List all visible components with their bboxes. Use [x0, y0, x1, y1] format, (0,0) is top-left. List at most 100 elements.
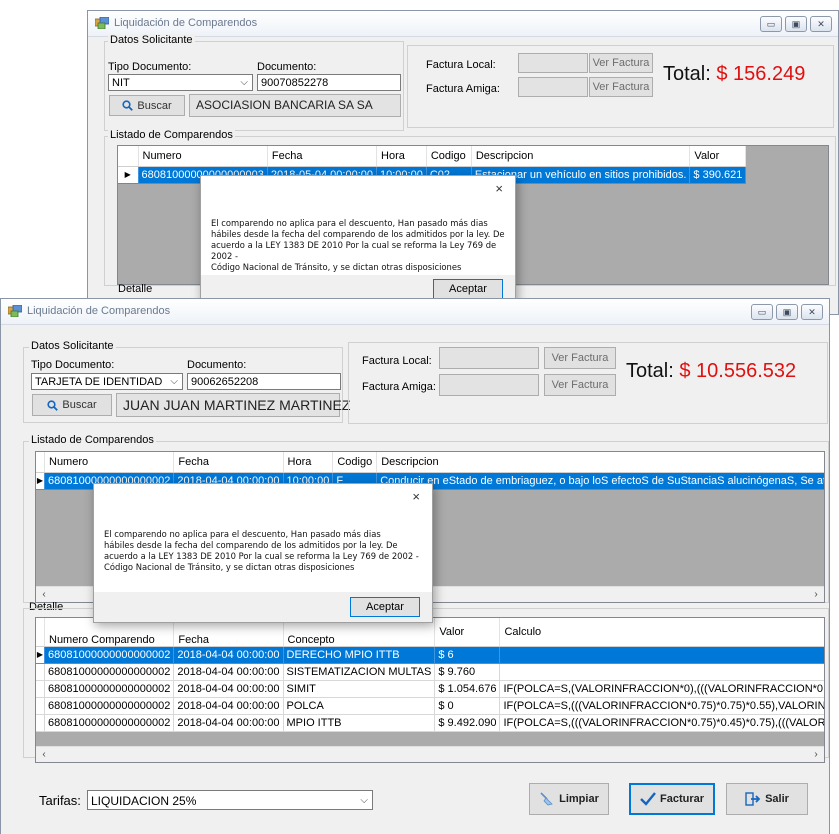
chevron-down-icon: ⌵ — [360, 795, 368, 806]
ver-factura-amiga-button[interactable]: Ver Factura — [544, 374, 616, 396]
table-row[interactable]: 68081000000000000002 2018-04-04 00:00:00… — [36, 680, 824, 698]
cell-concepto[interactable]: DERECHO MPIO ITTB — [283, 646, 436, 664]
salir-button[interactable]: Salir — [726, 783, 808, 815]
cell-fecha[interactable]: 2018-04-04 00:00:00 — [173, 697, 284, 715]
column-header[interactable]: Fecha — [173, 452, 284, 473]
cell-numero[interactable]: 68081000000000000002 — [44, 646, 175, 664]
cell-calculo[interactable]: IF(POLCA=S,(((VALORINFRACCION*0.75)*0.75… — [499, 697, 824, 715]
tipo-documento-value: NIT — [112, 77, 130, 89]
listado-title: Listado de Comparendos — [29, 434, 156, 446]
cell-calculo[interactable]: IF(POLCA=S,(VALORINFRACCION*0),(((VALORI… — [499, 680, 824, 698]
dialog-line: El comparendo no aplica para el descuent… — [104, 529, 381, 539]
row-indicator-icon: ▶ — [36, 472, 45, 490]
table-row[interactable]: 68081000000000000002 2018-04-04 00:00:00… — [36, 663, 824, 681]
cell-valor[interactable]: $ 390.621 — [689, 166, 747, 184]
cell-valor[interactable]: $ 9.492.090 — [434, 714, 501, 732]
limpiar-label: Limpiar — [559, 793, 599, 805]
cell-numero[interactable]: 68081000000000000002 — [44, 714, 175, 732]
table-row[interactable]: 68081000000000000002 2018-04-04 00:00:00… — [36, 697, 824, 715]
cell-valor[interactable]: $ 6 — [434, 646, 501, 664]
cell-valor[interactable]: $ 1.054.676 — [434, 680, 501, 698]
ver-factura-amiga-button[interactable]: Ver Factura — [589, 77, 653, 97]
minimize-button[interactable]: ▭ — [751, 304, 773, 320]
buscar-button[interactable]: Buscar — [32, 394, 112, 416]
app-icon — [95, 17, 109, 29]
documento-input[interactable]: 90062652208 — [187, 373, 341, 390]
aceptar-button[interactable]: Aceptar — [350, 597, 420, 617]
maximize-button[interactable]: ▣ — [776, 304, 798, 320]
close-button[interactable]: ✕ — [810, 16, 832, 32]
tipo-documento-select[interactable]: NIT ⌵ — [108, 74, 253, 91]
cell-numero[interactable]: 68081000000000000002 — [44, 697, 175, 715]
close-icon[interactable]: × — [495, 181, 503, 196]
column-header[interactable]: Fecha — [267, 146, 378, 167]
facturar-button[interactable]: Facturar — [629, 783, 715, 815]
window-liquidacion-back: Liquidación de Comparendos ▭ ▣ ✕ Datos S… — [87, 10, 839, 315]
minimize-button[interactable]: ▭ — [760, 16, 782, 32]
title-bar[interactable]: Liquidación de Comparendos ▭ ▣ ✕ — [88, 11, 838, 37]
ver-factura-local-button[interactable]: Ver Factura — [589, 53, 653, 73]
column-header[interactable]: Numero — [138, 146, 268, 167]
datos-solicitante-title: Datos Solicitante — [108, 34, 195, 46]
close-icon[interactable]: × — [412, 489, 420, 504]
column-header[interactable]: Codigo — [332, 452, 378, 473]
cell-numero[interactable]: 68081000000000000002 — [44, 680, 175, 698]
column-header[interactable]: Descripcion — [471, 146, 691, 167]
total-label: Total: — [663, 63, 711, 85]
facturar-label: Facturar — [659, 793, 705, 805]
cell-calculo[interactable]: IF(POLCA=S,(((VALORINFRACCION*0.75)*0.45… — [499, 714, 824, 732]
cell-concepto[interactable]: POLCA — [283, 697, 436, 715]
column-header[interactable]: Valor — [434, 618, 501, 647]
documento-label: Documento: — [187, 359, 247, 371]
cell-concepto[interactable]: MPIO ITTB — [283, 714, 436, 732]
broom-icon — [540, 792, 553, 806]
dialog-message: El comparendo no aplica para el descuent… — [104, 529, 419, 573]
table-row[interactable]: 68081000000000000002 2018-04-04 00:00:00… — [36, 714, 824, 732]
detalle-grid[interactable]: Numero Comparendo Fecha Concepto Valor C… — [35, 617, 825, 763]
cell-fecha[interactable]: 2018-04-04 00:00:00 — [173, 646, 284, 664]
column-header[interactable]: Descripcion — [376, 452, 824, 473]
scroll-right-icon[interactable]: › — [808, 587, 824, 602]
buscar-button[interactable]: Buscar — [109, 95, 185, 116]
table-row[interactable]: ▶ 68081000000000000002 2018-04-04 00:00:… — [36, 646, 824, 664]
cell-valor[interactable]: $ 0 — [434, 697, 501, 715]
column-header[interactable]: Hora — [376, 146, 427, 167]
cell-valor[interactable]: $ 9.760 — [434, 663, 501, 681]
cell-numero[interactable]: 68081000000000000002 — [44, 663, 175, 681]
cell-calculo[interactable] — [499, 646, 824, 664]
dialog-line: Código Nacional de Tránsito, y se dictan… — [104, 562, 355, 572]
maximize-button[interactable]: ▣ — [785, 16, 807, 32]
chevron-down-icon: ⌵ — [240, 77, 248, 88]
title-bar[interactable]: Liquidación de Comparendos ▭ ▣ ✕ — [1, 299, 829, 325]
cell-descripcion[interactable]: Conducir en eStado de embriaguez, o bajo… — [376, 472, 824, 490]
column-header[interactable]: Calculo — [499, 618, 824, 647]
cell-calculo[interactable] — [499, 663, 824, 681]
window-liquidacion-front: Liquidación de Comparendos ▭ ▣ ✕ Datos S… — [0, 298, 830, 834]
factura-local-field — [439, 347, 539, 369]
horizontal-scrollbar[interactable]: ‹ › — [36, 746, 824, 762]
column-header[interactable]: Valor — [689, 146, 747, 167]
cell-fecha[interactable]: 2018-04-04 00:00:00 — [173, 680, 284, 698]
aceptar-button[interactable]: Aceptar — [433, 279, 503, 299]
cell-concepto[interactable]: SIMIT — [283, 680, 436, 698]
close-button[interactable]: ✕ — [801, 304, 823, 320]
cell-fecha[interactable]: 2018-04-04 00:00:00 — [173, 663, 284, 681]
row-header-cell — [36, 714, 45, 732]
documento-input[interactable]: 90070852278 — [257, 74, 401, 91]
column-header[interactable]: Codigo — [426, 146, 472, 167]
window-title: Liquidación de Comparendos — [114, 17, 258, 29]
cell-concepto[interactable]: SISTEMATIZACION MULTAS — [283, 663, 436, 681]
tipo-documento-value: TARJETA DE IDENTIDAD — [35, 376, 163, 388]
cell-fecha[interactable]: 2018-04-04 00:00:00 — [173, 714, 284, 732]
scroll-left-icon[interactable]: ‹ — [36, 747, 52, 762]
tarifas-select[interactable]: LIQUIDACION 25% ⌵ — [87, 790, 373, 810]
ver-factura-local-button[interactable]: Ver Factura — [544, 347, 616, 369]
search-icon — [122, 100, 134, 111]
scroll-right-icon[interactable]: › — [808, 747, 824, 762]
factura-local-label: Factura Local: — [362, 355, 432, 367]
tipo-documento-select[interactable]: TARJETA DE IDENTIDAD ⌵ — [31, 373, 183, 390]
column-header[interactable]: Numero — [44, 452, 175, 473]
column-header[interactable]: Hora — [283, 452, 334, 473]
limpiar-button[interactable]: Limpiar — [529, 783, 609, 815]
tipo-documento-label: Tipo Documento: — [108, 61, 192, 73]
